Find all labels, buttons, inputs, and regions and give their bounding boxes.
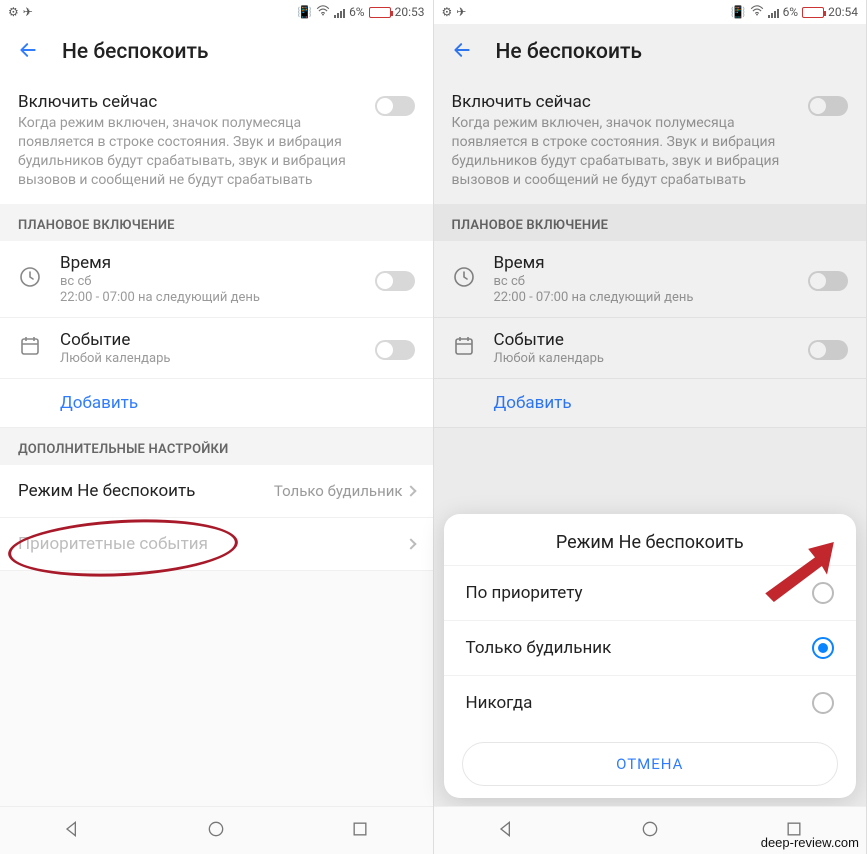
cancel-button[interactable]: ОТМЕНА <box>462 742 839 786</box>
group-more: ДОПОЛНИТЕЛЬНЫЕ НАСТРОЙКИ <box>0 428 433 465</box>
time-row[interactable]: Время вс сб 22:00 - 07:00 на следующий д… <box>434 241 867 318</box>
time-title: Время <box>60 253 359 273</box>
status-icon: ✈ <box>456 5 466 19</box>
signal-icon <box>768 7 779 18</box>
nav-back-icon[interactable] <box>62 819 82 843</box>
wifi-icon <box>750 5 764 19</box>
signal-icon <box>334 7 345 18</box>
enable-now-row[interactable]: Включить сейчас Когда режим включен, зна… <box>0 78 433 204</box>
battery-icon <box>802 7 824 18</box>
event-sub: Любой календарь <box>494 351 793 366</box>
status-right: 📳 6% 20:53 <box>297 5 424 19</box>
calendar-icon <box>18 334 44 362</box>
enable-now-switch[interactable] <box>808 96 848 116</box>
status-bar: ⚙ ✈ 📳 6% 20:54 <box>434 0 867 24</box>
chevron-right-icon <box>405 538 416 549</box>
battery-percent: 6% <box>349 5 365 19</box>
priority-events-label: Приоритетные события <box>18 534 208 554</box>
event-title: Событие <box>60 330 359 350</box>
time-title: Время <box>494 253 793 273</box>
event-sub: Любой календарь <box>60 351 359 366</box>
vibrate-icon: 📳 <box>297 5 312 19</box>
status-icon: ⚙ <box>442 5 453 19</box>
priority-events-row: Приоритетные события <box>0 518 433 571</box>
page-title: Не беспокоить <box>62 40 209 64</box>
dialog-title: Режим Не беспокоить <box>444 532 857 565</box>
battery-percent: 6% <box>783 5 799 19</box>
nav-recent-icon[interactable] <box>350 819 370 843</box>
clock: 20:53 <box>395 5 425 19</box>
back-icon[interactable] <box>452 40 472 64</box>
add-button[interactable]: Добавить <box>0 379 433 428</box>
page-header: Не беспокоить <box>434 24 867 78</box>
radio-icon[interactable] <box>812 637 834 659</box>
status-icon: ⚙ <box>8 5 19 19</box>
add-button[interactable]: Добавить <box>434 379 867 428</box>
group-scheduled: ПЛАНОВОЕ ВКЛЮЧЕНИЕ <box>434 204 867 241</box>
time-sub1: вс сб <box>494 274 793 289</box>
enable-now-switch[interactable] <box>375 96 415 116</box>
dnd-mode-row[interactable]: Режим Не беспокоить Только будильник <box>0 465 433 518</box>
event-switch[interactable] <box>375 340 415 360</box>
watermark: deep-review.com <box>761 835 859 850</box>
status-left: ⚙ ✈ <box>8 5 33 19</box>
status-bar: ⚙ ✈ 📳 6% 20:53 <box>0 0 433 24</box>
event-title: Событие <box>494 330 793 350</box>
page-title: Не беспокоить <box>496 40 643 64</box>
battery-icon <box>369 7 391 18</box>
time-switch[interactable] <box>375 271 415 291</box>
option-never[interactable]: Никогда <box>444 675 857 730</box>
enable-now-desc: Когда режим включен, значок полумесяца п… <box>18 114 365 190</box>
enable-now-title: Включить сейчас <box>452 92 799 112</box>
phone-left: ⚙ ✈ 📳 6% 20:53 Не беспокоить Включить се… <box>0 0 434 854</box>
nav-bar <box>0 806 433 854</box>
event-row[interactable]: Событие Любой календарь <box>434 318 867 379</box>
event-row[interactable]: Событие Любой календарь <box>0 318 433 379</box>
dnd-mode-value: Только будильник <box>274 482 403 500</box>
phone-right: ⚙ ✈ 📳 6% 20:54 Не беспокоить Включить се… <box>434 0 867 854</box>
clock-icon <box>18 265 44 293</box>
time-sub2: 22:00 - 07:00 на следующий день <box>494 290 793 305</box>
option-label: Только будильник <box>466 638 612 658</box>
enable-now-title: Включить сейчас <box>18 92 365 112</box>
time-sub1: вс сб <box>60 274 359 289</box>
status-icon: ✈ <box>23 5 33 19</box>
dnd-mode-label: Режим Не беспокоить <box>18 481 195 501</box>
enable-now-desc: Когда режим включен, значок полумесяца п… <box>452 114 799 190</box>
enable-now-row[interactable]: Включить сейчас Когда режим включен, зна… <box>434 78 867 204</box>
wifi-icon <box>316 5 330 19</box>
event-switch[interactable] <box>808 340 848 360</box>
group-scheduled: ПЛАНОВОЕ ВКЛЮЧЕНИЕ <box>0 204 433 241</box>
status-left: ⚙ ✈ <box>442 5 467 19</box>
option-alarm-only[interactable]: Только будильник <box>444 620 857 675</box>
nav-home-icon[interactable] <box>206 819 226 843</box>
nav-home-icon[interactable] <box>640 819 660 843</box>
option-label: Никогда <box>466 693 533 713</box>
page-header: Не беспокоить <box>0 24 433 78</box>
time-row[interactable]: Время вс сб 22:00 - 07:00 на следующий д… <box>0 241 433 318</box>
vibrate-icon: 📳 <box>731 5 746 19</box>
dnd-mode-dialog: Режим Не беспокоить По приоритету Только… <box>444 514 857 798</box>
time-switch[interactable] <box>808 271 848 291</box>
time-sub2: 22:00 - 07:00 на следующий день <box>60 290 359 305</box>
clock: 20:54 <box>828 5 858 19</box>
calendar-icon <box>452 334 478 362</box>
radio-icon[interactable] <box>812 692 834 714</box>
clock-icon <box>452 265 478 293</box>
option-label: По приоритету <box>466 583 583 603</box>
nav-back-icon[interactable] <box>496 819 516 843</box>
back-icon[interactable] <box>18 40 38 64</box>
radio-icon[interactable] <box>812 582 834 604</box>
chevron-right-icon <box>405 485 416 496</box>
option-priority[interactable]: По приоритету <box>444 565 857 620</box>
status-right: 📳 6% 20:54 <box>731 5 858 19</box>
